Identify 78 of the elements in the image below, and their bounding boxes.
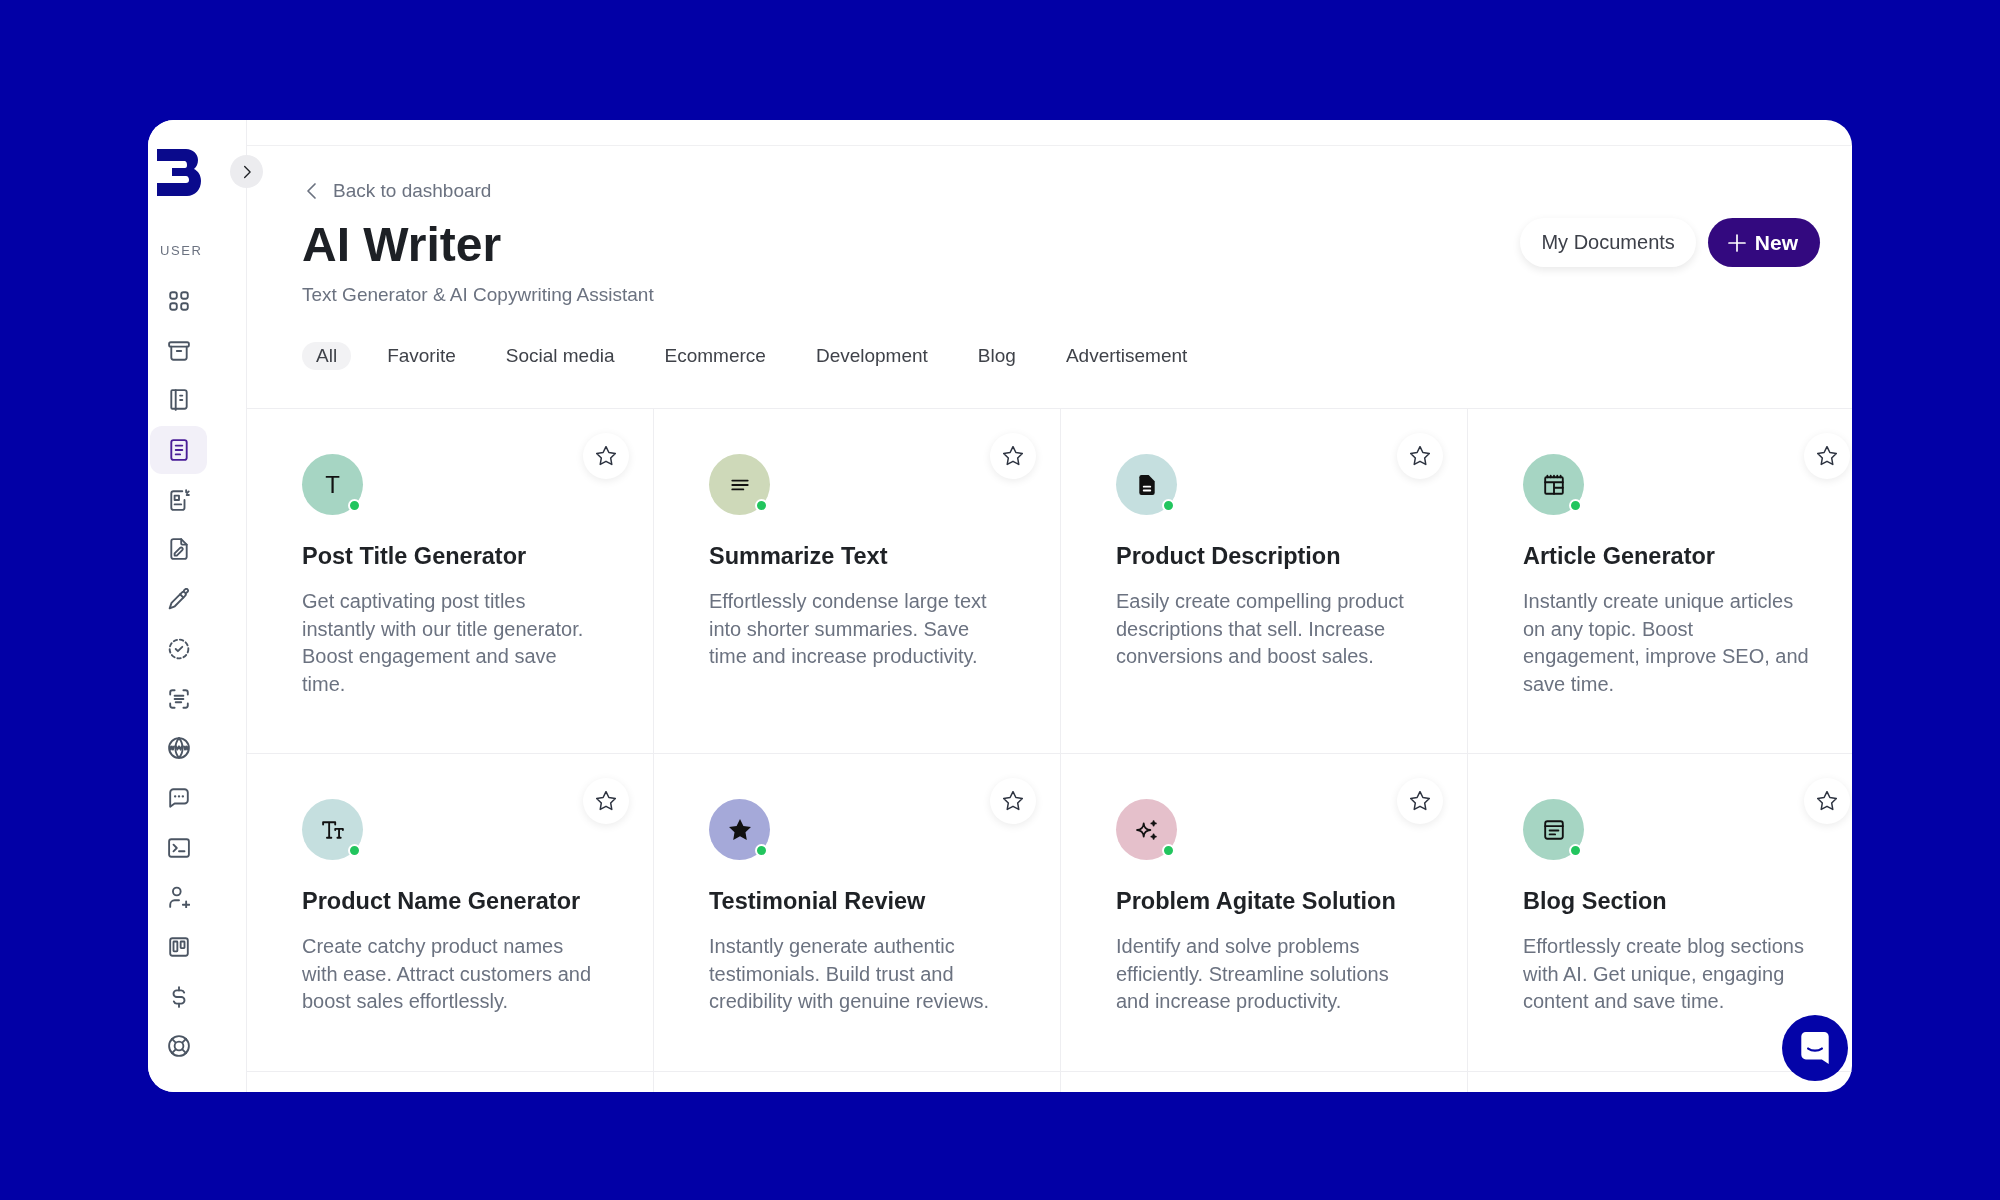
- logo-icon: [157, 149, 201, 196]
- filter-tab[interactable]: Advertisement: [1051, 342, 1202, 370]
- favorite-button[interactable]: [1804, 433, 1850, 479]
- status-dot-icon: [1162, 499, 1175, 512]
- filter-tab[interactable]: Favorite: [373, 342, 470, 370]
- tool-card[interactable]: Article Generator Instantly create unique articles on any topic. Boost engagement, improve SEO, and save time.: [1468, 409, 1852, 754]
- scan-text-icon: [167, 687, 190, 710]
- page-subtitle: Text Generator & AI Copywriting Assistant: [302, 283, 654, 307]
- globe-icon: [167, 737, 190, 760]
- favorite-button[interactable]: [990, 778, 1036, 824]
- star-icon: [728, 818, 751, 841]
- new-button[interactable]: New: [1707, 218, 1820, 267]
- filter-tab[interactable]: Ecommerce: [650, 342, 780, 370]
- tool-description: Effortlessly condense large text into shorter summaries. Save time and increase productivity.: [709, 589, 988, 669]
- tool-description: Effortlessly create blog sections with AI. Get unique, engaging content and save time.: [1523, 934, 1805, 1014]
- tool-title: Problem Agitate Solution: [1116, 887, 1396, 916]
- tool-title: Product Description: [1116, 542, 1341, 571]
- sparkles-icon: [1135, 818, 1158, 841]
- tool-title: Post Title Generator: [302, 542, 527, 571]
- plus-icon: [1727, 233, 1746, 252]
- chat-dots-icon: [167, 786, 190, 809]
- lifebuoy-icon: [167, 1035, 190, 1058]
- tool-title: Summarize Text: [709, 542, 888, 571]
- user-plus-icon: [167, 886, 190, 909]
- expand-sidebar-button[interactable]: [230, 155, 263, 188]
- status-dot-icon: [1569, 499, 1582, 512]
- grid-icon: [167, 290, 190, 312]
- text-size-icon: [321, 818, 344, 841]
- archive-box-icon: [167, 339, 190, 362]
- filter-tab[interactable]: Blog: [963, 342, 1030, 370]
- avatar-letter: T: [325, 470, 340, 499]
- notebook-icon: [167, 389, 190, 412]
- favorite-button[interactable]: [1397, 433, 1443, 479]
- tool-title: Product Name Generator: [302, 887, 581, 916]
- favorite-button[interactable]: [583, 778, 629, 824]
- tool-description: Easily create compelling product descriptions that sell. Increase conversions and boost sales.: [1116, 589, 1405, 669]
- file-pencil-icon: [167, 538, 190, 561]
- tool-title: Blog Section: [1523, 887, 1667, 916]
- tool-title: Article Generator: [1523, 542, 1715, 571]
- tool-description: Create catchy product names with ease. Attract customers and boost sales effortlessly.: [302, 934, 593, 1014]
- favorite-button[interactable]: [583, 433, 629, 479]
- tool-card[interactable]: Product Description Easily create compelling product descriptions that sell. Increase conversions and boost sales.: [1061, 409, 1468, 754]
- dashed-circle-check-icon: [167, 637, 190, 660]
- article-rays-icon: [167, 488, 190, 511]
- sidebar-nav-item[interactable]: [150, 426, 207, 475]
- tool-card[interactable]: Testimonial Review Instantly generate authentic testimonials. Build trust and credibility with genuine reviews.: [654, 754, 1061, 1072]
- tool-description: Instantly generate authentic testimonials. Build trust and credibility with genuine reviews.: [709, 934, 991, 1014]
- status-dot-icon: [1569, 844, 1582, 857]
- tool-card[interactable]: Problem Agitate Solution Identify and solve problems efficiently. Streamline solutions and increase productivity.: [1061, 754, 1468, 1072]
- status-dot-icon: [755, 844, 768, 857]
- terminal-icon: [167, 836, 190, 859]
- tool-card[interactable]: Product Name Generator Create catchy product names with ease. Attract customers and boost sales effortlessly.: [247, 754, 654, 1072]
- status-dot-icon: [348, 844, 361, 857]
- kanban-icon: [167, 935, 190, 958]
- favorite-button[interactable]: [990, 433, 1036, 479]
- layout-icon: [1542, 473, 1565, 496]
- status-dot-icon: [1162, 844, 1175, 857]
- documents-button[interactable]: My Documents: [1520, 218, 1696, 267]
- back-link[interactable]: Back to dashboard: [302, 179, 492, 203]
- tool-card[interactable]: T Post Title Generator Get captivating post titles instantly with our title generator. Boost engagement and save time.: [247, 409, 654, 754]
- sidebar-section-label: USER: [160, 243, 203, 259]
- pen-icon: [167, 588, 190, 611]
- chat-bubble-icon: [1801, 1032, 1829, 1064]
- filter-tab[interactable]: Social media: [491, 342, 629, 370]
- tool-description: Identify and solve problems efficiently. Streamline solutions and increase productivity.: [1116, 934, 1390, 1014]
- favorite-button[interactable]: [1397, 778, 1443, 824]
- window-icon: [1542, 818, 1565, 841]
- status-dot-icon: [755, 499, 768, 512]
- tool-description: Get captivating post titles instantly with our title generator. Boost engagement and save time.: [302, 589, 585, 697]
- favorite-button[interactable]: [1804, 778, 1850, 824]
- tool-card[interactable]: Summarize Text Effortlessly condense large text into shorter summaries. Save time and increase productivity.: [654, 409, 1061, 754]
- tool-description: Instantly create unique articles on any topic. Boost engagement, improve SEO, and save time.: [1523, 589, 1810, 697]
- status-dot-icon: [348, 499, 361, 512]
- filter-tab[interactable]: Development: [801, 342, 942, 370]
- document-lines-icon: [167, 439, 190, 462]
- filter-tab[interactable]: All: [302, 342, 352, 370]
- tool-title: Testimonial Review: [709, 887, 926, 916]
- page-title: AI Writer: [302, 217, 502, 273]
